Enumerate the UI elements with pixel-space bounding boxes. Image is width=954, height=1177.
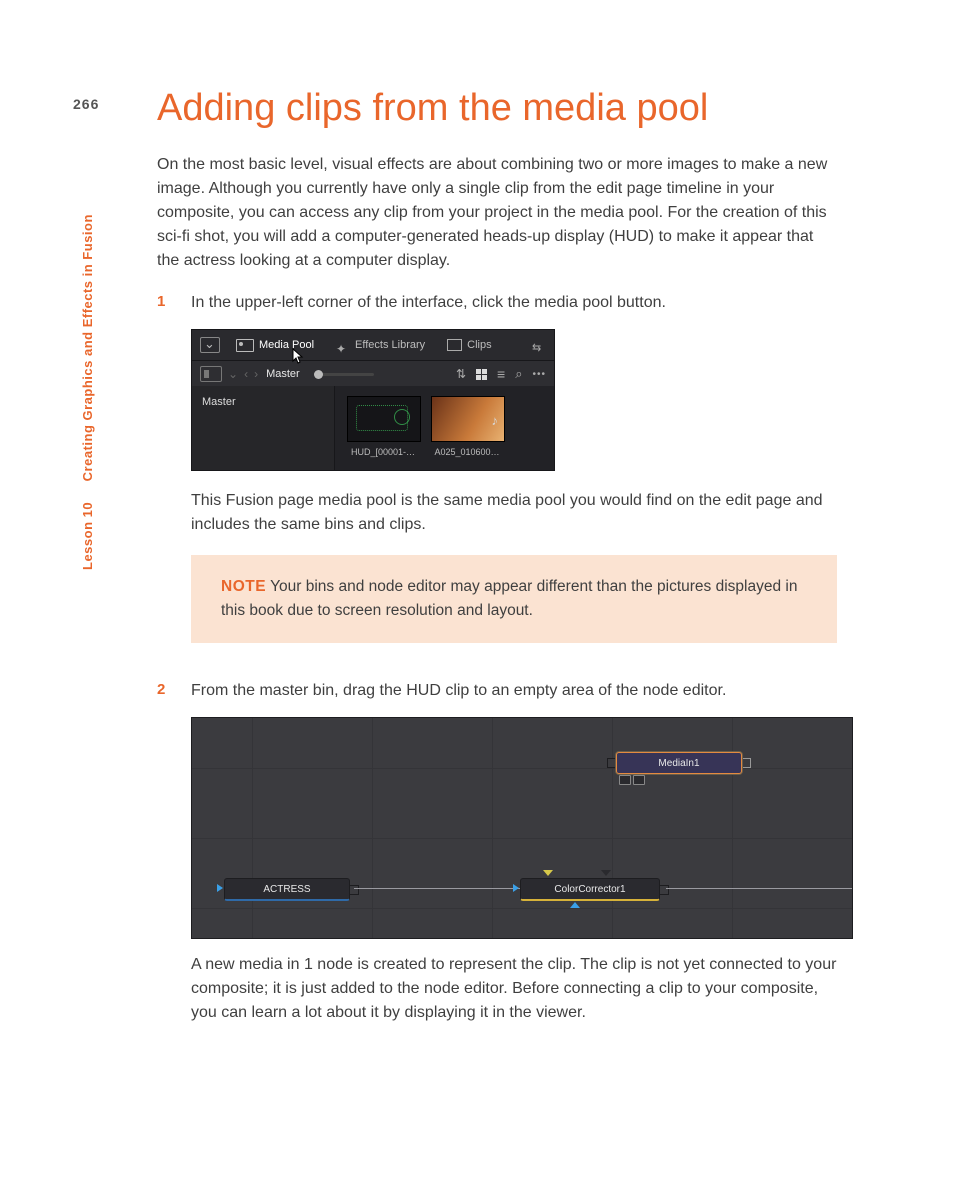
tab-effects-library[interactable]: Effects Library: [330, 330, 431, 360]
mouse-cursor-icon: [292, 348, 304, 364]
figure-media-pool: Media Pool Effects Library Clips: [191, 329, 555, 471]
more-options-icon[interactable]: [532, 366, 546, 383]
node-mask-input-icon[interactable]: [543, 870, 553, 876]
tab-effects-label: Effects Library: [355, 337, 425, 354]
lesson-number: Lesson 10: [80, 502, 95, 570]
lesson-title: Creating Graphics and Effects in Fusion: [80, 214, 95, 481]
media-pool-icon: [236, 339, 254, 352]
clip-a025-label: A025_010600…: [431, 446, 503, 460]
step-1: 1 In the upper-left corner of the interf…: [137, 291, 857, 679]
breadcrumb[interactable]: Master: [266, 366, 300, 383]
link-icon[interactable]: [532, 340, 546, 350]
node-mediain1[interactable]: MediaIn1: [607, 752, 751, 774]
step-2: 2 From the master bin, drag the HUD clip…: [137, 679, 857, 1039]
note-box: NOTE Your bins and node editor may appea…: [191, 555, 837, 643]
clip-thumbnails: HUD_[00001-… A025_010600…: [335, 386, 554, 470]
dropdown-toggle-icon[interactable]: [200, 337, 220, 353]
node-input-triangle-icon[interactable]: [513, 884, 519, 892]
chevron-down-icon[interactable]: ⌄: [228, 365, 238, 383]
node-actress-label: ACTRESS: [263, 882, 310, 897]
step-2-number: 2: [157, 679, 165, 702]
nav-forward-icon[interactable]: ›: [254, 365, 258, 383]
node-connection-wire: [354, 888, 520, 889]
search-icon[interactable]: [515, 364, 522, 384]
node-effect-input-icon[interactable]: [601, 870, 611, 876]
clip-a025-thumbnail: [431, 396, 505, 442]
node-cc-label: ColorCorrector1: [554, 882, 625, 897]
node-connection-wire: [666, 888, 852, 889]
media-pool-toolbar: ⌄ ‹ › Master: [192, 361, 554, 388]
figure-node-editor: MediaIn1 ACTRESS ColorCorrector1: [191, 717, 853, 939]
node-viewer-toggles[interactable]: [619, 775, 645, 785]
effects-icon: [336, 340, 350, 350]
node-actress[interactable]: ACTRESS: [224, 878, 359, 901]
node-output-port[interactable]: [349, 885, 359, 895]
clip-a025[interactable]: A025_010600…: [431, 396, 503, 464]
nav-back-icon[interactable]: ‹: [244, 365, 248, 383]
node-colorcorrector1[interactable]: ColorCorrector1: [520, 878, 669, 901]
intro-paragraph: On the most basic level, visual effects …: [157, 153, 837, 273]
grid-view-icon[interactable]: [476, 369, 487, 380]
step-1-number: 1: [157, 291, 165, 314]
clip-hud-label: HUD_[00001-…: [347, 446, 419, 460]
step-1-text: In the upper-left corner of the interfac…: [191, 291, 837, 315]
page-number: 266: [73, 94, 99, 115]
sort-icon[interactable]: [456, 365, 466, 384]
list-view-icon[interactable]: [497, 364, 505, 385]
tab-clips[interactable]: Clips: [441, 330, 497, 360]
media-pool-top-tabs: Media Pool Effects Library Clips: [192, 330, 554, 361]
tab-media-pool[interactable]: Media Pool: [230, 330, 320, 360]
note-label: NOTE: [221, 578, 266, 595]
note-text: Your bins and node editor may appear dif…: [221, 578, 797, 619]
node-output-port[interactable]: [659, 885, 669, 895]
step-2-after-text: A new media in 1 node is created to repr…: [191, 953, 837, 1025]
tab-media-pool-label: Media Pool: [259, 337, 314, 354]
bin-sidebar: Master: [192, 386, 335, 470]
clip-hud-thumbnail: [347, 396, 421, 442]
step-1-after-text: This Fusion page media pool is the same …: [191, 489, 837, 537]
clips-icon: [447, 339, 462, 351]
bin-master[interactable]: Master: [202, 394, 324, 411]
node-input-triangle-icon[interactable]: [217, 884, 223, 892]
page-title: Adding clips from the media pool: [157, 80, 837, 137]
clip-hud[interactable]: HUD_[00001-…: [347, 396, 419, 464]
tab-clips-label: Clips: [467, 337, 491, 354]
node-output-triangle-icon[interactable]: [570, 902, 580, 908]
bin-view-toggle-icon[interactable]: [200, 366, 222, 382]
node-output-port[interactable]: [741, 758, 751, 768]
thumbnail-size-slider[interactable]: [314, 373, 374, 376]
lesson-side-label: Lesson 10 Creating Graphics and Effects …: [78, 150, 98, 570]
step-2-text: From the master bin, drag the HUD clip t…: [191, 679, 837, 703]
node-mediain1-label: MediaIn1: [658, 756, 699, 771]
